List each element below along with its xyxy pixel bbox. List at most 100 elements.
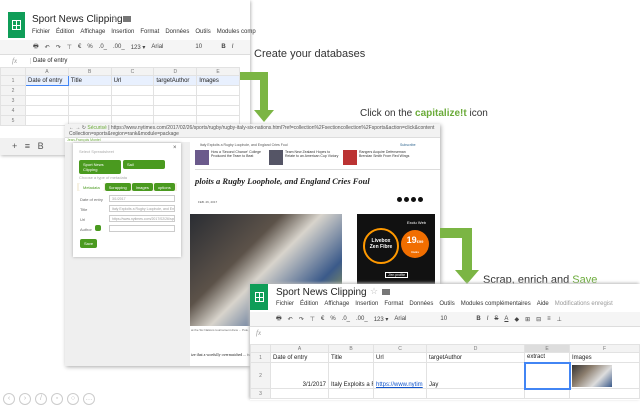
facebook-icon[interactable] (397, 197, 402, 202)
capitalize-icon[interactable] (95, 225, 101, 231)
spreadsheet-select[interactable]: Sport News Clipping (79, 160, 121, 174)
address-bar[interactable]: ← → ↻ Sécurisé | https://www.nytimes.com… (65, 124, 440, 138)
menu-item[interactable]: Insertion (111, 29, 134, 35)
menu-item[interactable]: Données (409, 301, 433, 307)
font-dropdown[interactable]: Arial (394, 316, 434, 322)
fill-color-icon[interactable]: ◆ (514, 316, 519, 323)
tab-select[interactable]: Sail (123, 160, 165, 169)
column-header[interactable]: A (270, 344, 329, 353)
ad-cta-button[interactable]: J'en profite (385, 272, 409, 278)
menu-item[interactable]: Édition (56, 29, 74, 35)
row-header[interactable]: 2 (250, 362, 271, 389)
menu-item[interactable]: Affichage (324, 301, 349, 307)
sheet-tab[interactable]: B (38, 141, 44, 151)
menu-item[interactable]: Fichier (32, 29, 50, 35)
column-header[interactable]: C (373, 344, 427, 353)
size-dropdown[interactable]: 10 (195, 44, 215, 50)
cell[interactable]: Date of entry (25, 75, 69, 86)
cell-link[interactable]: https://www.nytim (373, 362, 427, 389)
cell[interactable]: 3/1/2017 (270, 362, 329, 389)
cell[interactable]: Date of entry (270, 352, 329, 363)
save-button[interactable]: Save (80, 239, 98, 248)
cell[interactable]: Title (67, 75, 112, 86)
bold-button[interactable]: B (476, 316, 480, 322)
tab-metadata[interactable]: Metadata (79, 183, 104, 191)
row-header[interactable]: 5 (0, 115, 26, 126)
selected-cell[interactable] (523, 361, 571, 390)
more-icon[interactable]: … (83, 393, 95, 405)
cell[interactable]: Url (373, 352, 427, 363)
column-header[interactable]: B (67, 67, 112, 76)
row-header[interactable]: 3 (0, 95, 26, 106)
url-input[interactable]: https://www.nytimes.com/2017/02/26/sport… (109, 215, 175, 222)
cell[interactable]: extract (524, 352, 570, 363)
row-header[interactable]: 3 (250, 388, 271, 399)
decrease-decimals-button[interactable]: .0_ (342, 316, 350, 322)
image-cell[interactable] (569, 362, 640, 389)
pen-icon[interactable]: / (35, 393, 47, 405)
folder-icon[interactable] (123, 16, 131, 22)
increase-decimals-button[interactable]: .00_ (356, 316, 368, 322)
print-icon[interactable]: 🖶 (276, 314, 282, 324)
tab-scrapping[interactable]: Scrapping (104, 183, 131, 191)
promo-item[interactable]: Rangers Acquire Defenseman Brendan Smith… (343, 150, 413, 169)
paint-format-icon[interactable]: ⊤ (310, 316, 315, 323)
author-select[interactable] (109, 225, 175, 232)
close-icon[interactable]: × (173, 145, 177, 151)
print-icon[interactable]: 🖶 (33, 42, 39, 52)
column-header[interactable]: D (153, 67, 198, 76)
column-header[interactable]: A (25, 67, 69, 76)
date-input[interactable]: 3/1/2017 (109, 195, 175, 202)
increase-decimals-button[interactable]: .00_ (113, 44, 125, 50)
size-dropdown[interactable]: 10 (440, 316, 470, 322)
cell[interactable]: targetAuthor (426, 352, 525, 363)
currency-button[interactable]: € (321, 316, 324, 322)
menu-item[interactable]: Format (140, 29, 159, 35)
cell[interactable]: Title (328, 352, 374, 363)
menu-item[interactable]: Fichier (276, 301, 294, 307)
email-icon[interactable] (411, 197, 416, 202)
tab-images[interactable]: Images (131, 183, 153, 191)
percent-button[interactable]: % (87, 44, 92, 50)
zoom-icon[interactable]: ○ (67, 393, 79, 405)
cell[interactable]: Jay (426, 362, 525, 389)
menu-item[interactable]: Format (384, 301, 403, 307)
formula-bar[interactable]: Date of entry (30, 58, 67, 64)
strikethrough-button[interactable]: S (494, 316, 498, 322)
italic-button[interactable]: I (487, 316, 489, 322)
menu-item[interactable]: Données (165, 29, 189, 35)
menu-item[interactable]: Affichage (80, 29, 105, 35)
row-header[interactable]: 1 (0, 75, 26, 86)
row-header[interactable]: 2 (0, 85, 26, 96)
twitter-icon[interactable] (404, 197, 409, 202)
paint-format-icon[interactable]: ⊤ (67, 44, 72, 51)
menu-item[interactable]: Édition (300, 301, 318, 307)
column-header[interactable]: E (196, 67, 240, 76)
cell[interactable]: Url (110, 75, 155, 86)
cell[interactable]: Images (196, 75, 240, 86)
menu-item[interactable]: Outils (439, 301, 454, 307)
redo-icon[interactable]: ↷ (56, 44, 61, 51)
menu-item[interactable]: Aide (537, 301, 549, 307)
merge-icon[interactable]: ⊟ (536, 316, 541, 323)
borders-icon[interactable]: ⊞ (525, 316, 530, 323)
ad-banner[interactable]: Exclu Web Livebox Zen Fibre 19€99/mois J'… (357, 214, 435, 284)
slides-icon[interactable]: ▫ (51, 393, 63, 405)
subscribe-link[interactable]: Subscribe (400, 143, 416, 147)
cell[interactable]: Images (569, 352, 640, 363)
doc-title[interactable]: Sport News Clipping (276, 287, 367, 298)
add-sheet-icon[interactable]: + (12, 141, 17, 151)
star-icon[interactable]: ☆ (370, 286, 378, 297)
valign-icon[interactable]: ⊥ (557, 316, 562, 323)
column-header[interactable]: D (426, 344, 525, 353)
cell[interactable]: Italy Exploits a F (328, 362, 374, 389)
row-header[interactable]: 4 (0, 105, 26, 116)
menu-item[interactable]: Insertion (355, 301, 378, 307)
title-input[interactable]: Italy Exploits a Rugby Loophole, and Eng… (109, 205, 175, 212)
bold-button[interactable]: B (221, 44, 225, 50)
promo-item[interactable]: How a 'Second Chance' College Produced t… (195, 150, 265, 169)
align-icon[interactable]: ≡ (547, 316, 551, 322)
undo-icon[interactable]: ↶ (45, 44, 50, 51)
redo-icon[interactable]: ↷ (299, 316, 304, 323)
currency-button[interactable]: € (78, 44, 81, 50)
